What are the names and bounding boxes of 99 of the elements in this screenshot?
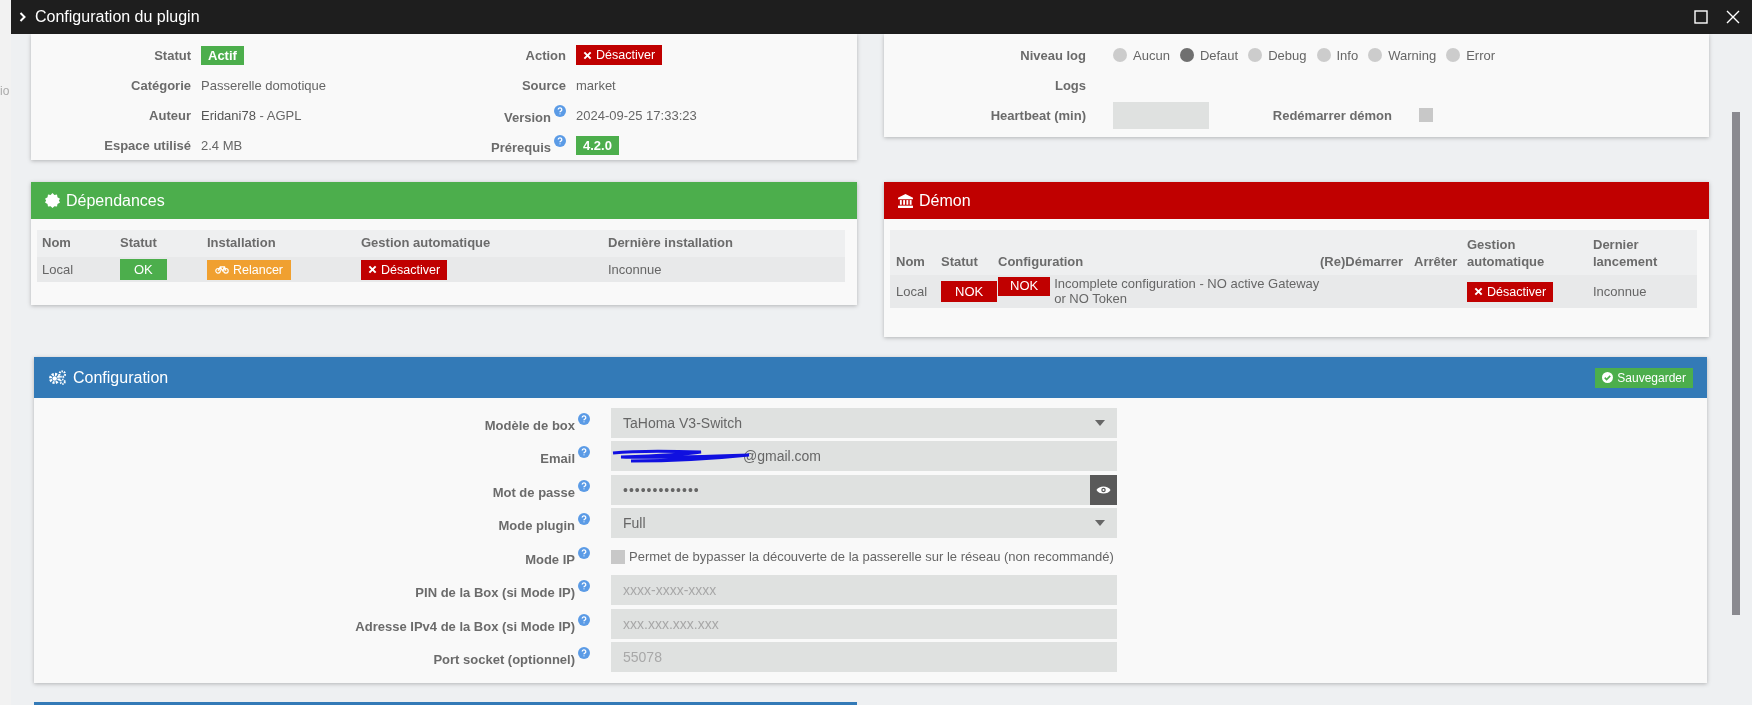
checkbox-label: Permet de bypasser la découverte de la passerelle sur le réseau (non recommandé) [629,549,1114,565]
eye-icon [1096,484,1111,495]
scrollbar-thumb[interactable] [1732,112,1740,615]
mode-ip-checkbox[interactable] [611,549,625,564]
table-cell: Local [896,284,928,299]
field-label: Source [520,77,566,93]
status-badge: NOK [941,281,998,302]
column-header: Installation [207,235,277,252]
maximize-icon[interactable] [1694,10,1708,24]
field-label: Email [34,446,590,467]
log-level-radio[interactable]: Debug [1248,47,1307,63]
field-label: Auteur [148,107,191,123]
field-value: market [576,77,616,93]
window-title: Configuration du plugin [35,8,200,26]
table-cell: Inconnue [608,262,662,277]
help-icon[interactable] [578,446,590,459]
help-icon[interactable] [578,412,590,425]
input-field[interactable]: xxx.xxx.xxx.xxx [611,608,1117,639]
input-field[interactable]: 55078 [611,642,1117,673]
author-name: Eridani78 [201,107,256,123]
status-badge: OK [120,259,167,280]
help-icon[interactable] [578,479,590,492]
log-level-radio[interactable]: Warning [1368,47,1437,63]
help-icon[interactable] [578,580,590,593]
help-icon[interactable] [578,647,590,660]
input-field[interactable]: xxxx-xxxx-xxxx [611,575,1117,606]
deactivate-button[interactable]: Désactiver [361,259,448,280]
license-text: - AGPL [259,107,302,123]
status-badge: 4.2.0 [576,135,619,155]
log-level-radio[interactable]: Aucun [1113,47,1170,63]
column-header: Nom [896,254,926,271]
column-header: Gestion automatique [1467,237,1546,271]
password-field[interactable]: ••••••••••••• [611,474,1090,505]
heartbeat-field[interactable] [1113,101,1209,129]
field-label: Catégorie [130,77,191,93]
deactivate-button[interactable]: Désactiver [1467,281,1554,302]
field-label: Espace utilisé [103,137,191,153]
column-header: Dernière installation [608,235,734,252]
caret-icon [1095,419,1105,426]
field-label: Action [524,47,566,63]
close-icon [1474,287,1483,296]
column-header: Nom [42,235,72,252]
log-level-radio[interactable]: Error [1446,47,1495,63]
log-level-radio[interactable]: Info [1316,47,1359,63]
field-label: Adresse IPv4 de la Box (si Mode IP) [34,613,590,634]
help-icon[interactable] [554,134,566,147]
field-label: Statut [153,47,191,63]
column-header: Gestion automatique [361,235,492,252]
field-label: Redémarrer démon [1271,107,1392,123]
select-field[interactable]: TaHoma V3-Switch [611,407,1117,438]
status-badge: NOK [998,276,1051,296]
column-header: Dernier lancement [1593,237,1659,271]
help-icon[interactable] [578,513,590,526]
deactivate-button[interactable]: Désactiver [576,45,663,65]
bicycle-icon [215,265,229,274]
select-field[interactable]: Full [611,508,1117,539]
show-password-button[interactable] [1090,474,1117,505]
gears-icon [48,370,67,385]
help-icon[interactable] [578,546,590,559]
field-label: Logs [1053,77,1086,93]
close-icon[interactable] [1726,10,1740,24]
field-label: Port socket (optionnel) [34,647,590,668]
column-header: Statut [120,235,158,252]
restart-checkbox[interactable] [1419,108,1433,122]
close-icon [583,50,592,60]
status-message: Incomplete configuration - NO active Gateway or NO Token [1054,276,1320,307]
field-label: Mode IP [34,546,590,567]
help-icon[interactable] [554,104,566,117]
log-level-radio[interactable]: Defaut [1179,47,1239,63]
field-value: 2024-09-25 17:33:23 [576,107,697,123]
check-icon [1602,372,1614,383]
table-cell: Local [42,262,74,277]
background-text: io [0,84,10,98]
close-icon [368,265,377,274]
status-badge: Actif [201,45,244,65]
field-label: Version [466,104,566,126]
bank-icon [898,193,913,208]
panel-title: Dépendances [66,191,165,210]
field-label: Prérequis [466,134,566,156]
chevron-icon[interactable] [19,12,27,22]
table-cell: Inconnue [1593,284,1647,299]
column-header: (Re)Démarrer [1320,254,1405,271]
field-value: 2.4 MB [201,137,243,153]
field-label: Modèle de box [34,412,590,433]
column-header: Configuration [998,254,1085,271]
column-header: Statut [941,254,979,271]
caret-icon [1095,520,1105,527]
email-field[interactable]: @gmail.com [611,441,1117,472]
field-label: Mode plugin [34,513,590,534]
badge-icon [45,193,60,208]
field-label: PIN de la Box (si Mode IP) [34,580,590,601]
column-header: Arrêter [1414,254,1459,271]
panel-title: Démon [919,191,971,210]
panel-title: Configuration [73,368,169,387]
help-icon[interactable] [578,613,590,626]
field-value: Passerelle domotique [201,77,327,93]
field-label: Heartbeat (min) [989,107,1086,123]
field-label: Mot de passe [34,479,590,500]
field-label: Niveau log [1019,47,1086,63]
